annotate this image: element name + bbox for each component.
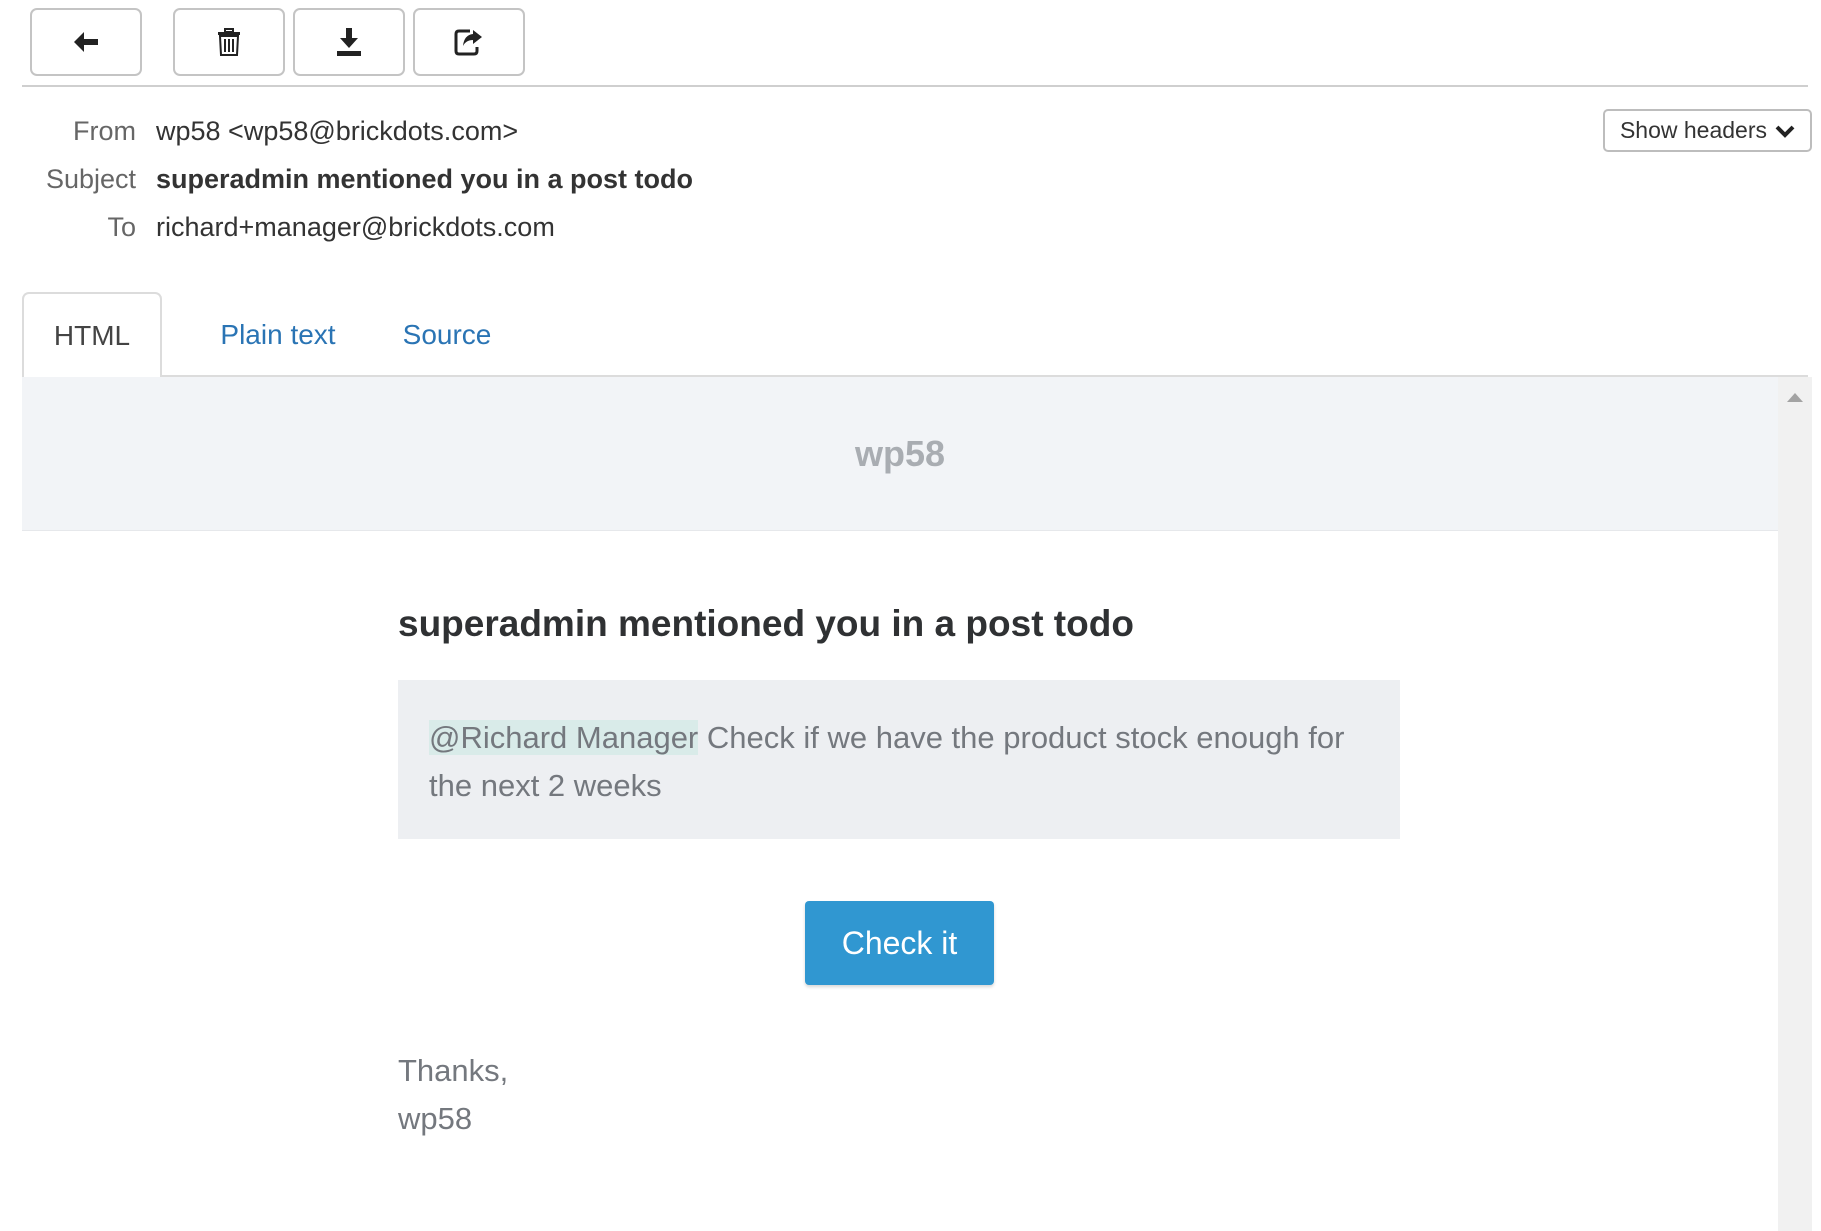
scroll-up-icon[interactable] [1787, 393, 1803, 402]
to-label: To [107, 212, 136, 242]
chevron-down-icon [1775, 125, 1795, 138]
signoff: Thanks, wp58 [398, 1047, 508, 1143]
show-headers-label: Show headers [1619, 117, 1768, 143]
subject-label: Subject [45, 164, 136, 194]
from-label: From [73, 116, 136, 146]
view-tabs: HTML Plain text Source [22, 292, 1808, 379]
subject-value: superadmin mentioned you in a post todo [156, 164, 694, 194]
tab-plain-text[interactable]: Plain text [192, 292, 364, 377]
preview-scrollbar[interactable] [1778, 377, 1812, 1231]
mention-tag: @Richard Manager [429, 720, 699, 755]
from-row: From wp58 <wp58@brickdots.com> [22, 114, 518, 148]
thanks-text: Thanks, [398, 1053, 509, 1088]
share-icon [454, 29, 482, 56]
banner-title: wp58 [854, 432, 946, 474]
post-title: superadmin mentioned you in a post todo [398, 603, 1134, 644]
download-icon [337, 28, 361, 56]
email-preview: wp58 superadmin mentioned you in a post … [22, 377, 1778, 1231]
signature-text: wp58 [398, 1101, 473, 1136]
subject-row: Subject superadmin mentioned you in a po… [22, 162, 693, 196]
arrow-left-icon [74, 32, 98, 52]
trash-icon [218, 28, 240, 56]
email-banner: wp58 [22, 377, 1778, 531]
tab-html[interactable]: HTML [22, 292, 162, 379]
download-button[interactable] [293, 8, 405, 76]
from-value: wp58 <wp58@brickdots.com> [156, 116, 519, 146]
mention-message: @Richard Manager Check if we have the pr… [398, 680, 1400, 839]
to-value: richard+manager@brickdots.com [156, 212, 555, 242]
check-it-button[interactable]: Check it [805, 901, 994, 985]
back-button[interactable] [30, 8, 142, 76]
tab-source[interactable]: Source [382, 292, 512, 377]
message-toolbar [22, 0, 1808, 87]
to-row: To richard+manager@brickdots.com [22, 210, 555, 244]
delete-button[interactable] [173, 8, 285, 76]
show-headers-button[interactable]: Show headers [1603, 109, 1812, 152]
forward-button[interactable] [413, 8, 525, 76]
